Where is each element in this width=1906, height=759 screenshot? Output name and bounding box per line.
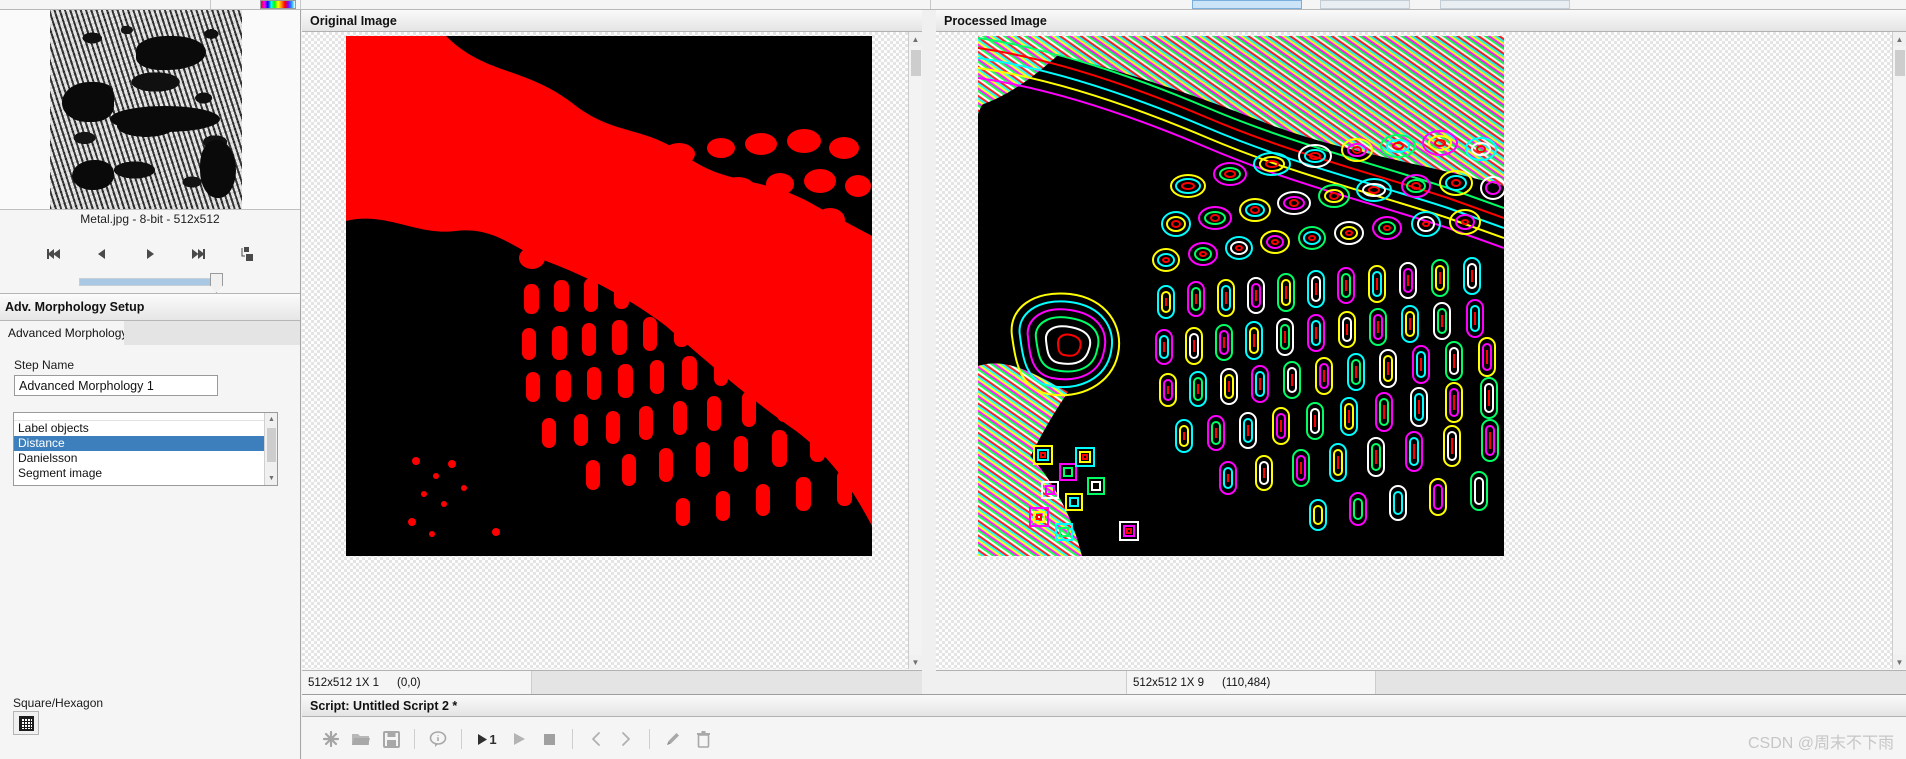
original-image-canvas[interactable] bbox=[346, 36, 872, 556]
frame-slider-fill bbox=[80, 279, 215, 285]
list-item[interactable]: Distance bbox=[14, 436, 277, 451]
original-viewer-status-bar: 512x512 1X 1 (0,0) bbox=[302, 670, 922, 694]
step-name-input[interactable]: Advanced Morphology 1 bbox=[14, 375, 218, 396]
thumbnail-blob bbox=[200, 140, 236, 198]
next-frame-button[interactable] bbox=[135, 241, 165, 267]
processed-viewer-scrollbar[interactable]: ▲ ▼ bbox=[1892, 32, 1906, 669]
processed-status-filler bbox=[1376, 671, 1906, 694]
processed-image-canvas[interactable] bbox=[978, 36, 1504, 556]
toolbar-separator bbox=[649, 729, 650, 749]
toolbar-separator bbox=[461, 729, 462, 749]
tab-strip-empty-area bbox=[124, 321, 300, 345]
original-image-canvas-area[interactable] bbox=[302, 32, 922, 669]
script-info-button[interactable] bbox=[423, 724, 453, 754]
square-hexagon-label: Square/Hexagon bbox=[13, 696, 104, 710]
scroll-up-icon[interactable]: ▲ bbox=[1893, 32, 1906, 46]
application-window: Metal.jpg - 8-bit - 512x512 Adv. Morphol… bbox=[0, 0, 1906, 759]
scroll-down-icon[interactable]: ▼ bbox=[1893, 655, 1906, 669]
operation-listbox[interactable]: Label objects Distance Danielsson Segmen… bbox=[13, 412, 278, 486]
script-toolbar: 1 bbox=[302, 718, 1906, 759]
toolbar-divider bbox=[300, 0, 301, 9]
processed-status-coords-text: (110,484) bbox=[1221, 676, 1271, 689]
image-thumbnail-area[interactable] bbox=[0, 10, 300, 210]
processed-image-title: Processed Image bbox=[936, 10, 1906, 32]
step-forward-button[interactable] bbox=[611, 724, 641, 754]
run-script-button[interactable] bbox=[504, 724, 534, 754]
scroll-thumb[interactable] bbox=[1895, 50, 1905, 76]
thumbnail-right-gutter bbox=[242, 10, 300, 209]
toolbar-separator bbox=[414, 729, 415, 749]
frame-slider-thumb[interactable] bbox=[210, 273, 223, 293]
original-status-dimensions: 512x512 1X 1 (0,0) bbox=[302, 671, 532, 694]
thumbnail-blob bbox=[72, 160, 114, 190]
original-image-title: Original Image bbox=[302, 10, 922, 32]
previous-frame-button[interactable] bbox=[87, 241, 117, 267]
toolbar-selected-button[interactable] bbox=[1192, 0, 1302, 9]
original-status-coords-text: (0,0) bbox=[396, 676, 421, 689]
delete-step-button[interactable] bbox=[688, 724, 718, 754]
toolbar-divider bbox=[930, 0, 931, 9]
scroll-down-icon[interactable]: ▼ bbox=[909, 655, 922, 669]
processed-image-canvas-area[interactable] bbox=[936, 32, 1906, 669]
scroll-down-icon[interactable]: ▼ bbox=[265, 472, 277, 485]
thumbnail-left-gutter bbox=[0, 10, 50, 209]
listbox-scroll-thumb[interactable] bbox=[267, 428, 276, 462]
save-script-button[interactable] bbox=[376, 724, 406, 754]
metal-thumbnail-image bbox=[50, 10, 242, 209]
frame-slider[interactable] bbox=[79, 273, 223, 293]
toolbar-button[interactable] bbox=[1440, 0, 1570, 9]
run-one-step-button[interactable]: 1 bbox=[470, 724, 504, 754]
processed-status-dimensions-text: 512x512 1X 9 bbox=[1133, 676, 1204, 689]
listbox-scrollbar[interactable]: ▲ ▼ bbox=[264, 413, 277, 485]
original-status-dimensions-text: 512x512 1X 1 bbox=[308, 676, 379, 689]
original-image-viewer: Original Image ▲ ▼ 512x512 1X 1 (0,0) bbox=[302, 10, 922, 694]
listbox-top-spacer bbox=[14, 413, 277, 421]
tab-advanced-morphology[interactable]: Advanced Morphology bbox=[0, 321, 137, 345]
toolbar-separator bbox=[572, 729, 573, 749]
first-frame-button[interactable] bbox=[39, 241, 69, 267]
list-item[interactable]: Segment image bbox=[14, 466, 277, 481]
script-title: Script: Untitled Script 2 * bbox=[302, 695, 1906, 717]
new-script-button[interactable] bbox=[316, 724, 346, 754]
step-name-label: Step Name bbox=[14, 358, 75, 372]
toolbar-button[interactable] bbox=[1320, 0, 1410, 9]
script-panel: Script: Untitled Script 2 * 1 CSDN @周末不下… bbox=[302, 694, 1906, 759]
lut-gradient-icon[interactable] bbox=[260, 0, 296, 9]
square-hexagon-button[interactable] bbox=[13, 711, 39, 735]
run-one-step-label: 1 bbox=[489, 731, 497, 747]
list-item[interactable]: Danielsson bbox=[14, 451, 277, 466]
processed-viewer-status-bar: 512x512 1X 9 (110,484) bbox=[936, 670, 1906, 694]
left-panel: Metal.jpg - 8-bit - 512x512 Adv. Morphol… bbox=[0, 10, 301, 759]
thumbnail-caption: Metal.jpg - 8-bit - 512x512 bbox=[80, 212, 220, 226]
open-script-button[interactable] bbox=[346, 724, 376, 754]
processed-image-render bbox=[978, 36, 1504, 556]
last-frame-button[interactable] bbox=[183, 241, 213, 267]
watermark: CSDN @周末不下雨 bbox=[1747, 735, 1894, 752]
setup-tab-strip: Advanced Morphology bbox=[0, 321, 300, 345]
processed-image-viewer: Processed Image ▲ ▼ 512x512 1X 9 (110,48… bbox=[936, 10, 1906, 694]
scroll-up-icon[interactable]: ▲ bbox=[265, 413, 277, 426]
list-item[interactable]: Label objects bbox=[14, 421, 277, 436]
processed-status-left-filler bbox=[936, 671, 1126, 694]
thumbnail-blob bbox=[110, 106, 220, 132]
edit-script-button[interactable] bbox=[658, 724, 688, 754]
scroll-up-icon[interactable]: ▲ bbox=[909, 32, 922, 46]
top-toolbar-strip bbox=[0, 0, 1906, 10]
original-viewer-scrollbar[interactable]: ▲ ▼ bbox=[908, 32, 922, 669]
frame-slider-row bbox=[0, 268, 300, 296]
step-back-button[interactable] bbox=[581, 724, 611, 754]
thumbnail-blob bbox=[62, 82, 114, 122]
toolbar-divider bbox=[210, 0, 211, 9]
stop-script-button[interactable] bbox=[534, 724, 564, 754]
scroll-thumb[interactable] bbox=[911, 50, 921, 76]
grid-icon bbox=[18, 715, 34, 731]
setup-panel-title: Adv. Morphology Setup bbox=[0, 293, 300, 321]
original-status-filler bbox=[532, 671, 922, 694]
processed-status-dimensions: 512x512 1X 9 (110,484) bbox=[1126, 671, 1376, 694]
layers-button[interactable] bbox=[231, 241, 261, 267]
original-image-render bbox=[346, 36, 872, 556]
